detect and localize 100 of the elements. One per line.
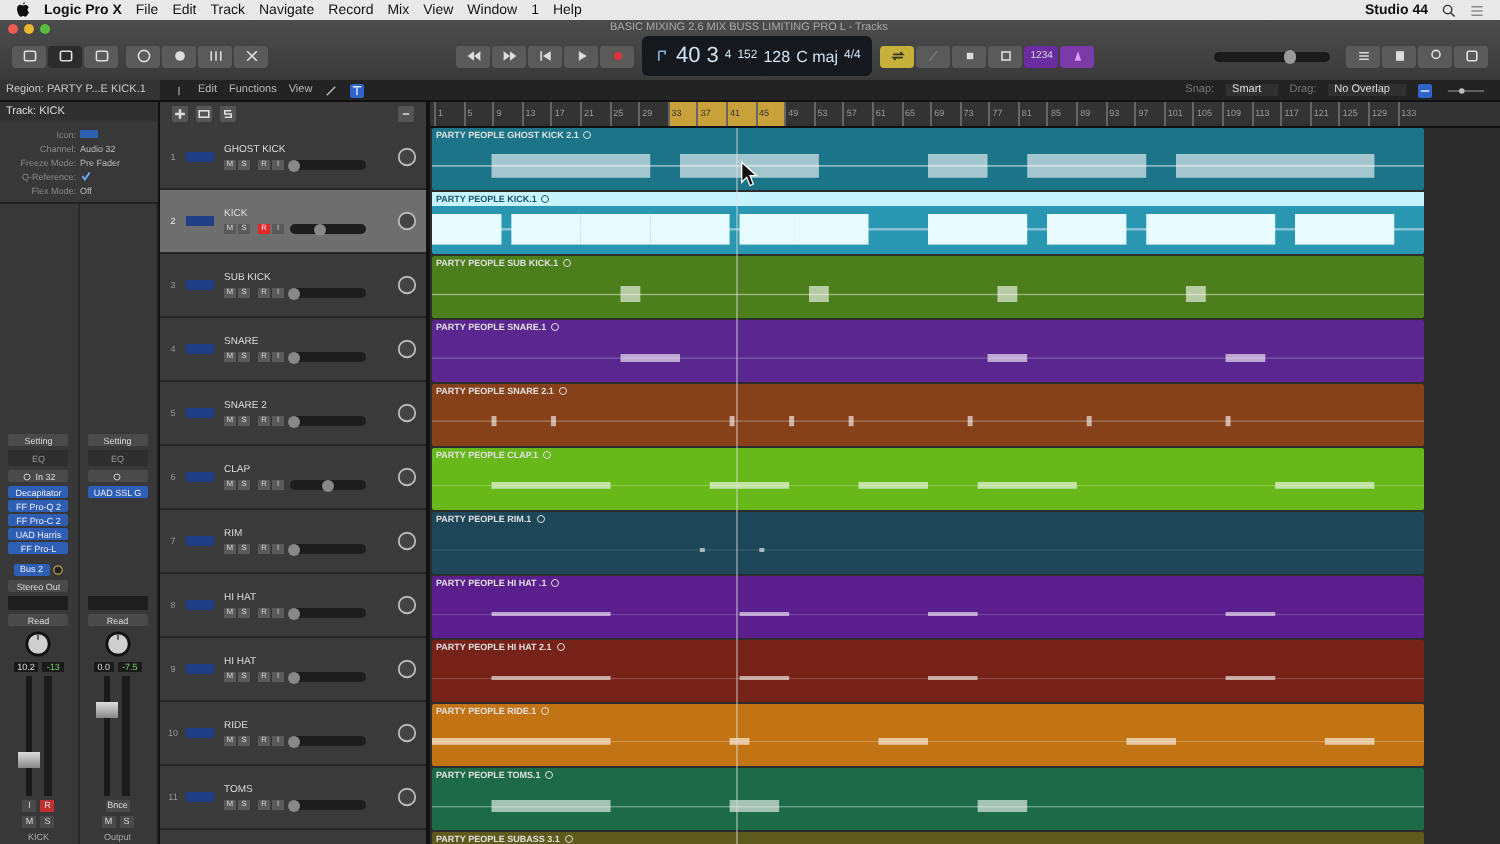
window-icon (21, 48, 37, 64)
go-to-beginning-button[interactable] (528, 45, 562, 67)
list-icon (1355, 48, 1371, 64)
send-knob[interactable] (51, 563, 64, 575)
track-icon (186, 536, 214, 546)
menu-icon[interactable] (1470, 3, 1484, 17)
loop-browser-button[interactable] (1418, 45, 1452, 67)
square-icon (961, 48, 978, 64)
volume-slider[interactable] (290, 352, 366, 362)
volume-slider[interactable] (290, 480, 366, 490)
mouse-pointer-icon (740, 160, 760, 188)
skip-back-icon (537, 48, 553, 64)
zoom-slider-icon[interactable] (1444, 83, 1488, 97)
volume-slider[interactable] (290, 800, 366, 810)
position-beat-number: 3 (706, 44, 719, 68)
zoom-icon[interactable] (324, 83, 339, 97)
tempo-value: 128 (763, 47, 791, 65)
track-icon (186, 280, 214, 290)
notepad-button[interactable] (1382, 45, 1416, 67)
track-icon (186, 600, 214, 610)
metronome-button[interactable] (1060, 45, 1095, 67)
pan-knob[interactable] (396, 466, 418, 488)
volume-slider[interactable] (290, 224, 366, 234)
level-meter (122, 676, 131, 796)
volume-slider[interactable] (290, 416, 366, 426)
master-volume-slider[interactable] (1214, 51, 1330, 61)
toolbar-button[interactable] (84, 45, 118, 67)
track-icon (186, 344, 214, 354)
loop-icon (555, 642, 566, 652)
search-icon[interactable] (1442, 3, 1456, 17)
checkbox[interactable] (80, 170, 92, 182)
browser-button[interactable] (1454, 45, 1488, 67)
window-icon (57, 48, 73, 64)
cycle-icon (889, 48, 906, 64)
fast-forward-button[interactable] (492, 45, 526, 67)
window-icon (93, 48, 109, 64)
loop-icon (550, 578, 561, 588)
play-button[interactable] (564, 45, 598, 67)
loop-icon (557, 386, 568, 396)
volume-slider[interactable] (290, 672, 366, 682)
browser-icon (1463, 48, 1479, 64)
list-button[interactable] (1346, 45, 1380, 67)
pan-knob[interactable] (396, 530, 418, 552)
volume-slider[interactable] (290, 608, 366, 618)
zoom-button[interactable] (40, 23, 50, 33)
pan-knob[interactable] (396, 274, 418, 296)
replace-button[interactable] (952, 45, 987, 67)
pan-knob[interactable] (396, 146, 418, 168)
volume-slider[interactable] (290, 160, 366, 170)
link-icon[interactable] (172, 83, 186, 97)
mixer-icon (207, 48, 223, 64)
loop-icon (535, 514, 546, 524)
track-icon (186, 472, 214, 482)
notepad-icon (1391, 48, 1407, 64)
pan-knob[interactable] (396, 210, 418, 232)
track-icon (186, 664, 214, 674)
loop-icon (540, 194, 551, 204)
volume-slider[interactable] (290, 736, 366, 746)
volume-slider[interactable] (290, 544, 366, 554)
pan-knob[interactable] (396, 402, 418, 424)
pan-knob[interactable] (396, 786, 418, 808)
rewind-button[interactable] (456, 45, 490, 67)
loop-icon (563, 834, 574, 844)
knob-icon (171, 48, 187, 64)
pan-knob[interactable] (396, 594, 418, 616)
mixer-button[interactable] (198, 45, 232, 67)
record-icon (609, 48, 625, 64)
position-bar-number: 40 (676, 44, 701, 68)
smart-controls-button[interactable] (162, 45, 196, 67)
volume-slider[interactable] (290, 288, 366, 298)
apple-icon[interactable] (16, 2, 30, 18)
rewind-icon (465, 48, 481, 64)
track-icon[interactable] (80, 130, 98, 138)
minimize-button[interactable] (24, 23, 34, 33)
pan-knob[interactable] (396, 658, 418, 680)
close-button[interactable] (8, 23, 18, 33)
circle-icon (112, 471, 123, 481)
pan-knob[interactable] (24, 630, 53, 658)
editors-button[interactable] (234, 45, 268, 67)
folder-icon[interactable] (196, 106, 212, 122)
metronome-icon (1069, 48, 1086, 64)
circle-icon (21, 471, 32, 481)
link-button[interactable] (87, 470, 148, 482)
loop-icon (562, 258, 573, 268)
fast-forward-icon (501, 48, 517, 64)
track-icon (186, 152, 214, 162)
collapse-icon[interactable] (398, 106, 414, 122)
loop-icon (542, 450, 553, 460)
pencil-icon (925, 48, 942, 64)
track-icon (186, 408, 214, 418)
pan-knob[interactable] (103, 630, 132, 658)
pan-knob[interactable] (396, 338, 418, 360)
track-icon (186, 728, 214, 738)
loop-icon (544, 770, 555, 780)
help-button[interactable] (126, 45, 160, 67)
cycle-button[interactable] (880, 45, 915, 67)
library-button[interactable] (12, 45, 46, 67)
info-button[interactable] (48, 45, 82, 67)
pan-knob[interactable] (396, 722, 418, 744)
tuning-button[interactable] (988, 45, 1023, 67)
